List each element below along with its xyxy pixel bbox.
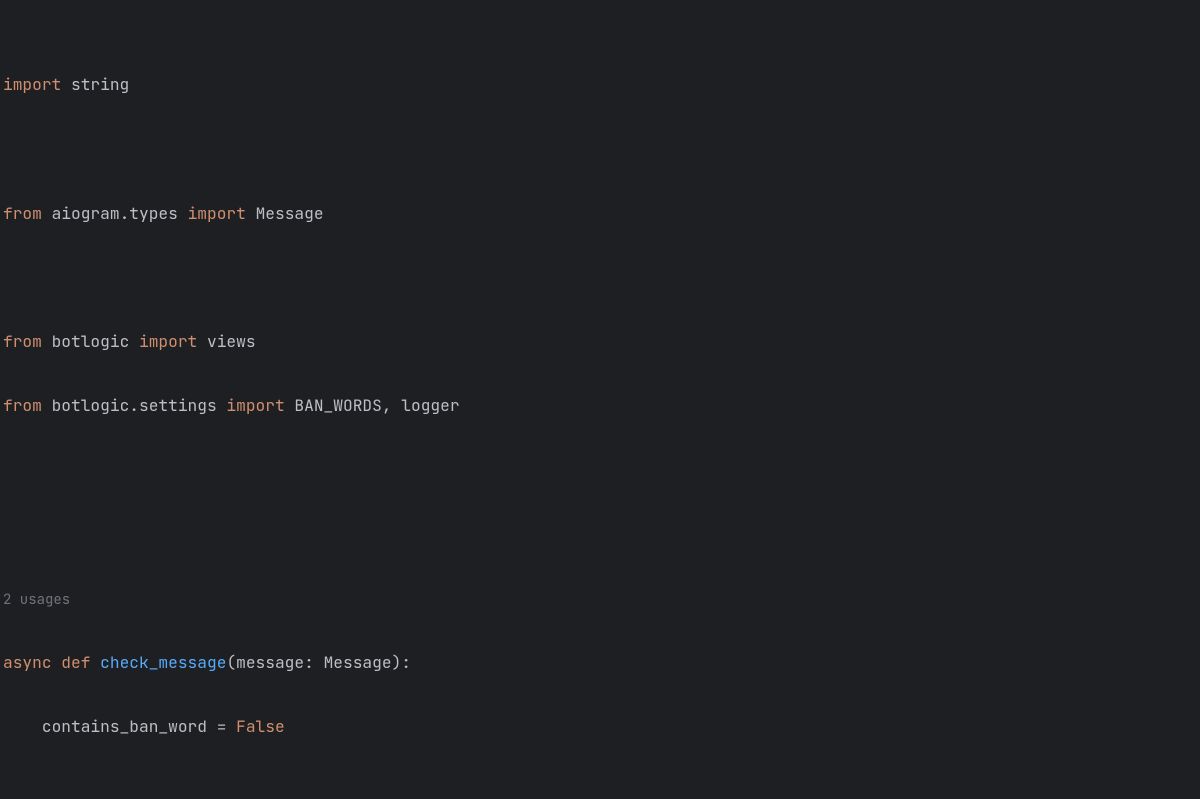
keyword-from: from	[3, 202, 42, 224]
module-views: views	[207, 330, 256, 352]
usages-hint[interactable]: 2 usages	[3, 591, 70, 609]
keyword-import: import	[3, 73, 61, 95]
code-line[interactable]: import string	[0, 68, 1200, 100]
keyword-def: def	[61, 651, 90, 673]
code-editor[interactable]: import string from aiogram.types import …	[0, 0, 1200, 799]
keyword-from: from	[3, 394, 42, 416]
type-message: Message	[324, 651, 392, 673]
module-aiogram-types: aiogram.types	[52, 202, 178, 224]
ident-logger: logger	[401, 394, 459, 416]
code-line[interactable]: from botlogic.settings import BAN_WORDS,…	[0, 389, 1200, 421]
keyword-async: async	[3, 651, 52, 673]
code-line-def[interactable]: async def check_message(message: Message…	[0, 646, 1200, 678]
paren-open: (	[226, 651, 236, 673]
code-line[interactable]: from botlogic import views	[0, 325, 1200, 357]
var-contains-ban-word: contains_ban_word	[42, 715, 207, 737]
module-botlogic-settings: botlogic.settings	[52, 394, 217, 416]
keyword-import: import	[226, 394, 284, 416]
paren-close-colon: ):	[392, 651, 411, 673]
code-line[interactable]: contains_ban_word = False	[0, 710, 1200, 742]
code-line-blank[interactable]	[0, 261, 1200, 293]
module-botlogic: botlogic	[52, 330, 130, 352]
code-line-blank[interactable]	[0, 517, 1200, 549]
usages-hint-line[interactable]: 2 usages	[0, 582, 1200, 614]
param-message: message	[236, 651, 304, 673]
colon: :	[304, 651, 323, 673]
module-string: string	[71, 73, 129, 95]
bool-false: False	[236, 715, 285, 737]
func-check-message: check_message	[100, 651, 226, 673]
const-ban-words: BAN_WORDS	[294, 394, 381, 416]
keyword-import: import	[188, 202, 246, 224]
code-line-blank[interactable]	[0, 774, 1200, 799]
comma: ,	[382, 394, 401, 416]
code-line-blank[interactable]	[0, 453, 1200, 485]
assign: =	[207, 715, 236, 737]
code-line[interactable]: from aiogram.types import Message	[0, 197, 1200, 229]
code-line-blank[interactable]	[0, 132, 1200, 164]
keyword-from: from	[3, 330, 42, 352]
keyword-import: import	[139, 330, 197, 352]
class-message: Message	[256, 202, 324, 224]
